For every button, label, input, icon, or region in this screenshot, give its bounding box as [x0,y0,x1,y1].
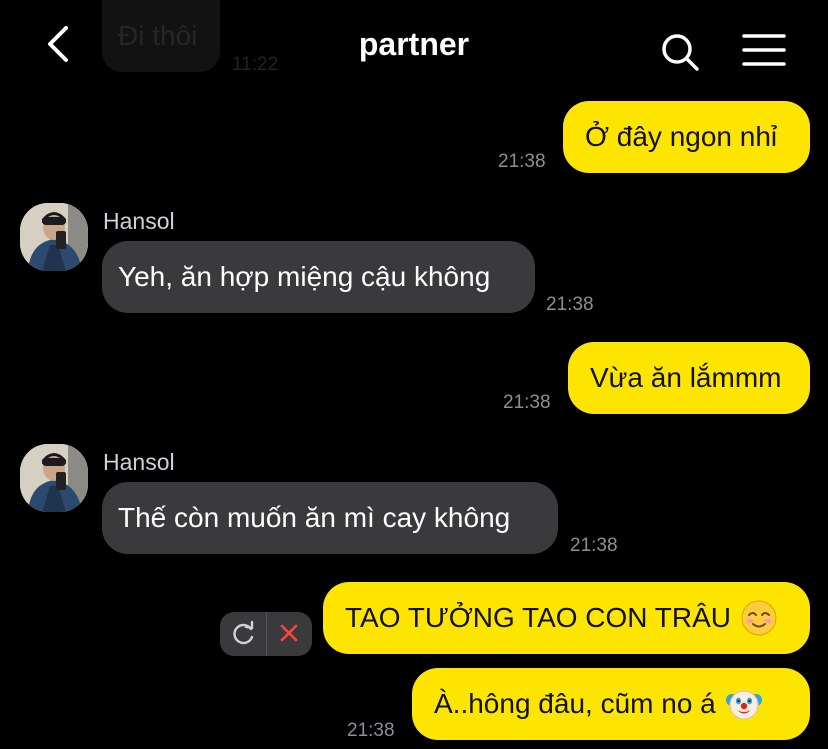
resend-button[interactable] [220,612,266,656]
close-icon [280,624,298,642]
refresh-icon [233,620,254,645]
sender-name: Hansol [103,208,175,234]
outgoing-message-bubble[interactable]: Vừa ăn lắmmm [568,342,810,414]
chat-header: partner [0,0,828,96]
avatar[interactable] [20,203,88,271]
failed-send-controls [220,612,312,656]
message-time: 21:38 [347,720,395,741]
avatar-photo [20,444,88,512]
avatar-photo [20,203,88,271]
menu-button[interactable] [742,32,786,72]
message-text: Vừa ăn lắmmm [590,362,782,393]
sender-name: Hansol [103,449,175,475]
clown-face-emoji [725,690,762,720]
message-time: 21:38 [546,294,594,315]
outgoing-message-bubble[interactable]: À..hông đâu, cũm no á [412,668,810,740]
incoming-message-bubble[interactable]: Thế còn muốn ăn mì cay không [102,482,558,554]
message-text: À..hông đâu, cũm no á [434,688,716,719]
avatar[interactable] [20,444,88,512]
message-time: 21:38 [503,392,551,413]
outgoing-message-bubble[interactable]: TAO TƯỞNG TAO CON TRÂU [323,582,810,654]
message-text: Yeh, ăn hợp miệng cậu không [118,261,491,292]
search-button[interactable] [660,32,700,72]
relieved-face-emoji [741,600,777,636]
message-text: Thế còn muốn ăn mì cay không [118,502,511,533]
outgoing-message-bubble[interactable]: Ở đây ngon nhỉ [563,101,810,173]
search-icon [662,34,699,71]
message-time: 21:38 [570,535,618,556]
incoming-message-bubble[interactable]: Yeh, ăn hợp miệng cậu không [102,241,535,313]
chat-title: partner [358,26,470,62]
delete-button[interactable] [266,612,312,656]
message-text: Ở đây ngon nhỉ [585,121,778,152]
message-time: 21:38 [498,151,546,172]
message-text: TAO TƯỞNG TAO CON TRÂU [345,602,732,633]
hamburger-menu-icon [742,34,786,66]
